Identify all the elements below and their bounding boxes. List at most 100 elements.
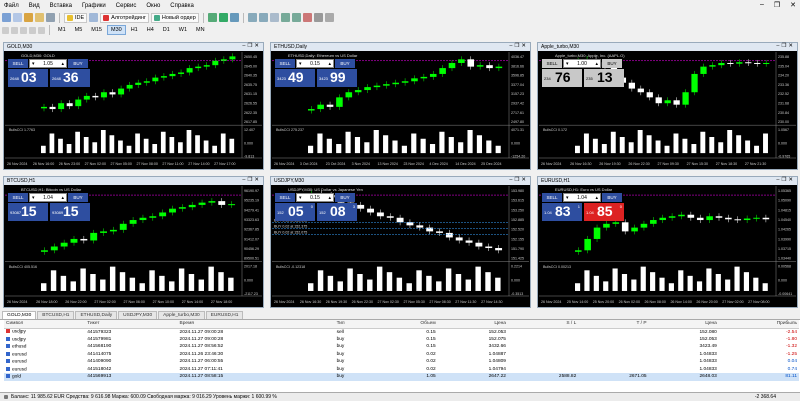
column-header[interactable]: T / P bbox=[578, 320, 649, 329]
navigator-icon[interactable] bbox=[35, 13, 44, 22]
timeframe-m5[interactable]: M5 bbox=[71, 25, 87, 35]
terminal-icon[interactable] bbox=[46, 13, 55, 22]
close-icon[interactable]: ✕ bbox=[254, 177, 261, 183]
timeframe-h1[interactable]: H1 bbox=[127, 25, 142, 35]
tab-usdjpy-m30[interactable]: USDJPY,M30 bbox=[118, 311, 158, 319]
chart-window-usdjpy-m30[interactable]: USDJPY,M30 –❐✕ 153.980 153.615 153.250 152.88… bbox=[270, 176, 531, 308]
close-icon[interactable]: ✕ bbox=[788, 43, 795, 49]
periods-icon[interactable] bbox=[313, 13, 323, 22]
column-header[interactable]: Время bbox=[177, 320, 335, 329]
menu-item-5[interactable]: Окно bbox=[146, 3, 160, 9]
menu-item-4[interactable]: Сервис bbox=[116, 3, 137, 9]
lot-up-icon[interactable]: ▴ bbox=[61, 195, 64, 201]
chart-plot[interactable]: 235.88 235.04 234.20 233.36 232.52 231.68 230.… bbox=[539, 52, 796, 168]
sell-price-box[interactable]: 1.04 83 1 bbox=[542, 203, 582, 221]
lot-input[interactable]: ▾ 1.05 ▴ bbox=[29, 59, 67, 68]
table-row[interactable]: usdjpy 441579981 2024.11.27 09:00:28 buy 0.1… bbox=[4, 336, 799, 344]
indicators-icon[interactable] bbox=[302, 13, 312, 22]
table-row[interactable]: eurusd 441409090 2024.11.27 06:00:55 buy 0.0… bbox=[4, 358, 799, 366]
sell-button[interactable]: SELL bbox=[542, 59, 562, 68]
algo-trading-button[interactable]: Алготрейдинг bbox=[100, 12, 149, 23]
lot-up-icon[interactable]: ▴ bbox=[595, 195, 598, 201]
column-header[interactable]: S / L bbox=[507, 320, 579, 329]
chart-window-gold-m30[interactable]: GOLD,M30 –❐✕ 2650.45 2645.00 2640.35 2635.75 2… bbox=[3, 42, 264, 170]
chart-window-eurusd-h1[interactable]: EURUSD,H1 –❐✕ 1.05365 1.05090 1.04815 1.04540… bbox=[537, 176, 798, 308]
buy-button[interactable]: BUY bbox=[602, 59, 622, 68]
lot-up-icon[interactable]: ▴ bbox=[595, 61, 598, 67]
lot-input[interactable]: ▾ 1.00 ▴ bbox=[563, 59, 601, 68]
lot-down-icon[interactable]: ▾ bbox=[566, 61, 569, 67]
market-watch-icon[interactable] bbox=[24, 13, 33, 22]
trendline-icon[interactable] bbox=[20, 26, 27, 34]
lot-down-icon[interactable]: ▾ bbox=[566, 195, 569, 201]
close-icon[interactable]: ✕ bbox=[254, 43, 261, 49]
column-header[interactable]: Тикет bbox=[85, 320, 178, 329]
sell-price-box[interactable]: 93087 15 bbox=[8, 203, 48, 221]
hline-icon[interactable] bbox=[29, 26, 36, 34]
strategy-tester-icon[interactable] bbox=[89, 13, 99, 22]
close-icon[interactable]: ✕ bbox=[788, 177, 795, 183]
sell-price-box[interactable]: 2648 03 bbox=[8, 69, 48, 87]
lot-down-icon[interactable]: ▾ bbox=[32, 61, 35, 67]
lot-input[interactable]: ▾ 0.15 ▴ bbox=[296, 193, 334, 202]
sell-price-box[interactable]: 234 76 bbox=[542, 69, 582, 87]
table-row[interactable]: usdjpy 441579323 2024.11.27 09:00:28 sell 0.… bbox=[4, 328, 799, 336]
lot-input[interactable]: ▾ 1.04 ▴ bbox=[563, 193, 601, 202]
table-row[interactable]: gold 441569913 2024.11.27 08:58:15 buy 1.05 2… bbox=[4, 373, 799, 381]
lot-input[interactable]: ▾ 0.15 ▴ bbox=[296, 59, 334, 68]
column-header[interactable]: Цена bbox=[437, 320, 508, 329]
tab-ethusd-daily[interactable]: ETHUSD,Daily bbox=[75, 311, 118, 319]
menu-item-0[interactable]: Файл bbox=[4, 3, 19, 9]
buy-price-box[interactable]: 93089 15 bbox=[50, 203, 90, 221]
chart-plot[interactable]: 153.980 153.615 153.250 152.885 152.520 152.1… bbox=[272, 186, 529, 306]
table-row[interactable]: ethusd 441568190 2024.11.27 08:56:52 buy 0.1… bbox=[4, 343, 799, 351]
close-icon[interactable]: ✕ bbox=[521, 177, 528, 183]
buy-button[interactable]: BUY bbox=[68, 59, 88, 68]
tab-gold-m30[interactable]: GOLD,M30 bbox=[2, 311, 37, 319]
templates-icon[interactable] bbox=[324, 13, 334, 22]
buy-button[interactable]: BUY bbox=[335, 193, 355, 202]
cursor-icon[interactable] bbox=[2, 26, 9, 34]
chart-window-ethusd-daily[interactable]: ETHUSD,Daily –❐✕ 4036.47 3816.66 3596.85 3377… bbox=[270, 42, 531, 170]
text-icon[interactable] bbox=[38, 26, 45, 34]
line-chart-icon[interactable] bbox=[229, 13, 239, 22]
timeframe-m1[interactable]: M1 bbox=[54, 25, 70, 35]
chart-window-apple-turbo-m30[interactable]: Apple_turbo,M30 –❐✕ 235.88 235.04 234.20 233.… bbox=[537, 42, 798, 170]
table-row[interactable]: eurusd 441518042 2024.11.27 07:11:41 buy 0.0… bbox=[4, 366, 799, 374]
sell-button[interactable]: SELL bbox=[275, 193, 295, 202]
lot-down-icon[interactable]: ▾ bbox=[32, 195, 35, 201]
buy-price-box[interactable]: 1.04 85 0 bbox=[584, 203, 624, 221]
timeframe-mn[interactable]: MN bbox=[192, 25, 209, 35]
autoscroll-icon[interactable] bbox=[280, 13, 290, 22]
sell-button[interactable]: SELL bbox=[8, 193, 28, 202]
column-header[interactable]: Символ bbox=[4, 320, 86, 329]
candle-chart-icon[interactable] bbox=[218, 13, 228, 22]
lot-down-icon[interactable]: ▾ bbox=[299, 195, 302, 201]
buy-price-box[interactable]: 3423 99 bbox=[317, 69, 357, 87]
buy-button[interactable]: BUY bbox=[602, 193, 622, 202]
table-row[interactable]: eurusd 441414075 2024.11.26 23:46:30 buy 0.0… bbox=[4, 351, 799, 359]
buy-button[interactable]: BUY bbox=[68, 193, 88, 202]
timeframe-w1[interactable]: W1 bbox=[175, 25, 191, 35]
sell-button[interactable]: SELL bbox=[8, 59, 28, 68]
lot-up-icon[interactable]: ▴ bbox=[328, 61, 331, 67]
profiles-icon[interactable] bbox=[13, 13, 22, 22]
buy-button[interactable]: BUY bbox=[335, 59, 355, 68]
bar-chart-icon[interactable] bbox=[207, 13, 217, 22]
new-chart-icon[interactable] bbox=[2, 13, 11, 22]
tile-windows-icon[interactable] bbox=[269, 13, 279, 22]
menu-item-1[interactable]: Вид bbox=[29, 3, 40, 9]
close-icon[interactable]: ✕ bbox=[521, 43, 528, 49]
tab-eurusd-h1[interactable]: EURUSD,H1 bbox=[205, 311, 244, 319]
close-icon[interactable]: ✕ bbox=[790, 1, 796, 9]
timeframe-m30[interactable]: M30 bbox=[106, 25, 126, 35]
column-header[interactable]: Объем bbox=[374, 320, 438, 329]
menu-item-6[interactable]: Справка bbox=[170, 3, 194, 9]
new-order-button[interactable]: Новый ордер bbox=[150, 12, 199, 23]
lot-down-icon[interactable]: ▾ bbox=[299, 61, 302, 67]
timeframe-m15[interactable]: M15 bbox=[87, 25, 106, 35]
chart-plot[interactable]: 96190.97 95235.19 94279.41 93323.63 92367.85… bbox=[5, 186, 262, 306]
lot-input[interactable]: ▾ 1.04 ▴ bbox=[29, 193, 67, 202]
chart-plot[interactable]: 4036.47 3816.66 3596.85 3377.04 3157.23 2937.… bbox=[272, 52, 529, 168]
timeframe-d1[interactable]: D1 bbox=[159, 25, 174, 35]
